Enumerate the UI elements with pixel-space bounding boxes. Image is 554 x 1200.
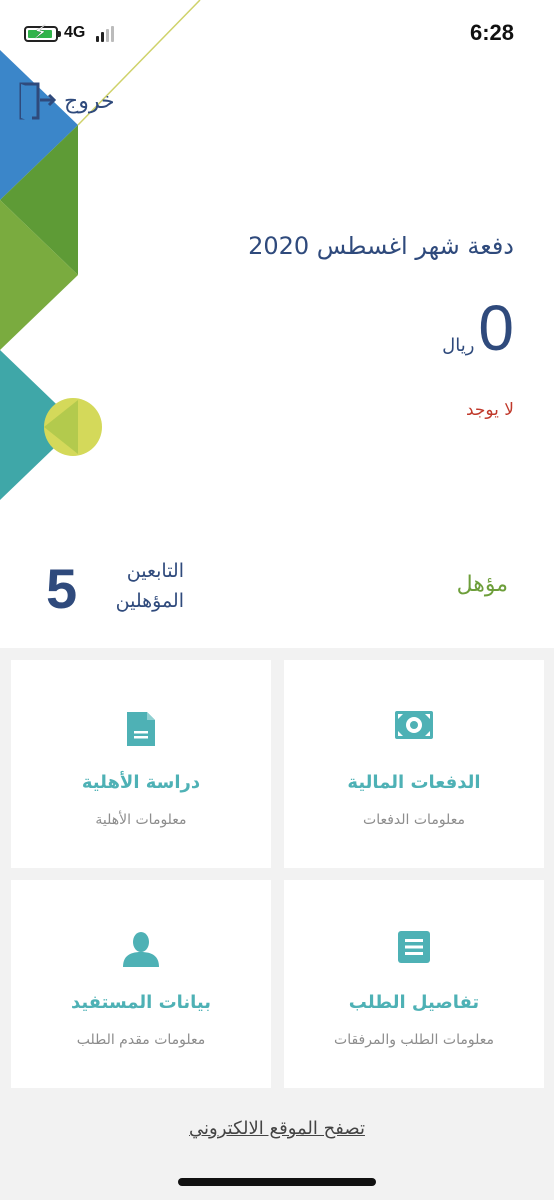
decorative-background [0, 0, 201, 500]
payment-status: لا يوجد [465, 400, 514, 420]
currency-label: ريال [442, 335, 475, 356]
payment-amount: 0 [478, 292, 514, 364]
card-payments-title: الدفعات المالية [347, 772, 481, 793]
card-beneficiary-title: بيانات المستفيد [70, 992, 212, 1013]
payment-amount-row: 0 ريال [442, 296, 514, 360]
card-eligibility-subtitle: معلومات الأهلية [95, 812, 187, 828]
card-request-details-title: تفاصيل الطلب [348, 992, 480, 1013]
card-beneficiary[interactable]: بيانات المستفيد معلومات مقدم الطلب [11, 880, 271, 1088]
website-link[interactable]: تصفح الموقع الالكتروني [0, 1118, 554, 1139]
user-icon [123, 932, 159, 967]
card-request-details[interactable]: تفاصيل الطلب معلومات الطلب والمرفقات [284, 880, 544, 1088]
logout-button[interactable]: خروج [18, 80, 115, 122]
card-payments[interactable]: الدفعات المالية معلومات الدفعات [284, 660, 544, 868]
exit-door-icon [19, 82, 57, 122]
payment-title: دفعة شهر اغسطس 2020 [248, 232, 514, 260]
logout-label: خروج [64, 88, 115, 114]
card-request-details-subtitle: معلومات الطلب والمرفقات [334, 1032, 494, 1048]
card-eligibility-title: دراسة الأهلية [81, 772, 201, 793]
dependents-label: التابعين المؤهلين [115, 560, 184, 612]
dependents-count: 5 [46, 557, 78, 620]
list-icon [398, 931, 430, 963]
eligibility-status: مؤهل [456, 572, 508, 597]
card-payments-subtitle: معلومات الدفعات [363, 812, 465, 828]
card-beneficiary-subtitle: معلومات مقدم الطلب [76, 1032, 206, 1048]
home-indicator[interactable] [178, 1178, 376, 1186]
document-icon [127, 712, 155, 746]
money-icon [395, 711, 433, 739]
card-eligibility[interactable]: دراسة الأهلية معلومات الأهلية [11, 660, 271, 868]
